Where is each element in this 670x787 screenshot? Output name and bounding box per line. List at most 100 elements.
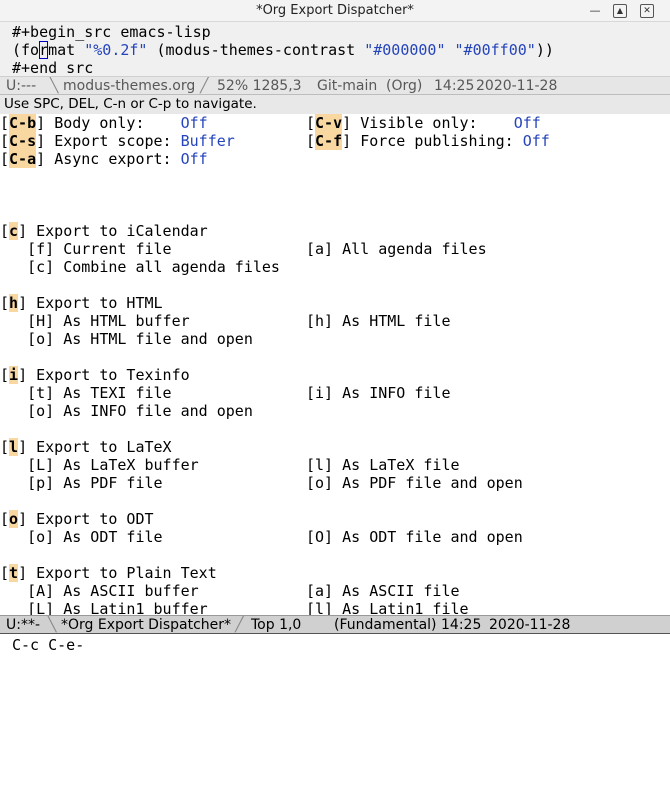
src-end-line: #+end_src xyxy=(12,59,94,77)
code-fragment: mat xyxy=(48,41,85,59)
option-line: [C-b] Body only: Off xyxy=(0,114,208,132)
modeline-state: U:**- xyxy=(6,617,41,633)
modeline-vc[interactable]: Git-main xyxy=(317,77,377,96)
option-key[interactable]: C-a xyxy=(9,150,37,168)
section-key[interactable]: c xyxy=(9,222,19,240)
option-line: [C-v] Visible only: Off xyxy=(306,114,541,132)
minibuffer[interactable]: C-c C-e- xyxy=(12,636,84,654)
section-key[interactable]: t xyxy=(9,564,19,582)
bracket: ] xyxy=(342,114,361,132)
minimize-icon[interactable]: — xyxy=(588,4,602,18)
code-fragment: (modus-themes-contrast xyxy=(147,41,365,59)
bracket: [ xyxy=(0,150,10,168)
export-action[interactable]: [H] As HTML buffer xyxy=(0,312,190,330)
option-label: Body only: xyxy=(54,114,154,132)
modeline-separator: ╲ xyxy=(50,78,59,94)
code-line: (format "%0.2f" (modus-themes-contrast "… xyxy=(12,41,554,59)
option-value: Buffer xyxy=(180,132,235,150)
bracket: [ xyxy=(0,294,10,312)
close-icon[interactable]: ✕ xyxy=(640,4,654,18)
echo-area-hint: Use SPC, DEL, C-n or C-p to navigate. xyxy=(0,95,670,114)
modeline-inactive[interactable]: U:--- ╲ modus-themes.org ╱ 52% 1285,3 Gi… xyxy=(0,76,670,95)
export-action[interactable]: [o] As ODT file xyxy=(0,528,162,546)
export-action[interactable]: [a] All agenda files xyxy=(306,240,487,258)
bracket: ] xyxy=(18,366,37,384)
export-action[interactable]: [L] As LaTeX buffer xyxy=(0,456,199,474)
bracket: [ xyxy=(0,510,10,528)
bracket: ] xyxy=(18,510,37,528)
code-buffer[interactable]: #+begin_src emacs-lisp (format "%0.2f" (… xyxy=(0,22,670,77)
maximize-icon[interactable]: ▲ xyxy=(613,4,627,18)
string-literal: "#00ff00" xyxy=(454,41,536,59)
bracket: [ xyxy=(0,366,10,384)
option-line: [C-a] Async export: Off xyxy=(0,150,208,168)
export-action[interactable]: [f] Current file xyxy=(0,240,172,258)
bracket: ] xyxy=(18,294,37,312)
option-value: Off xyxy=(522,132,550,150)
option-value: Off xyxy=(486,114,541,132)
section-key[interactable]: o xyxy=(9,510,19,528)
bracket: ] xyxy=(18,564,37,582)
section-title: Export to HTML xyxy=(36,294,163,312)
option-key[interactable]: C-v xyxy=(315,114,343,132)
modeline-separator: ╱ xyxy=(200,78,209,94)
code-fragment: (fo xyxy=(12,41,40,59)
section-heading: [l] Export to LaTeX xyxy=(0,438,172,456)
modeline-position: 52% 1285,3 xyxy=(217,78,302,94)
export-action[interactable]: [p] As PDF file xyxy=(0,474,162,492)
modeline-position: Top 1,0 xyxy=(251,617,302,633)
export-action[interactable]: [l] As LaTeX file xyxy=(306,456,460,474)
modeline-mode[interactable]: (Org) xyxy=(386,77,422,96)
bracket: [ xyxy=(306,132,316,150)
option-key[interactable]: C-s xyxy=(9,132,37,150)
bracket: [ xyxy=(0,438,10,456)
bracket: [ xyxy=(0,564,10,582)
option-label: Visible only: xyxy=(360,114,487,132)
code-fragment xyxy=(446,41,455,59)
modeline-active[interactable]: U:**- ╲ *Org Export Dispatcher* ╱ Top 1,… xyxy=(0,615,670,634)
export-action[interactable]: [A] As ASCII buffer xyxy=(0,582,199,600)
section-heading: [o] Export to ODT xyxy=(0,510,154,528)
bracket: ] xyxy=(36,114,55,132)
modeline-date: 2020-11-28 xyxy=(489,617,571,633)
title-bar: *Org Export Dispatcher* — ▲ ✕ xyxy=(0,0,670,22)
export-action[interactable]: [o] As HTML file and open xyxy=(0,330,253,348)
text-cursor: r xyxy=(39,41,49,59)
string-literal: "#000000" xyxy=(364,41,446,59)
bracket: [ xyxy=(0,222,10,240)
export-action[interactable]: [L] As Latin1 buffer xyxy=(0,600,208,615)
section-title: Export to Plain Text xyxy=(36,564,217,582)
bracket: [ xyxy=(0,132,10,150)
section-heading: [c] Export to iCalendar xyxy=(0,222,208,240)
modeline-mode[interactable]: (Fundamental) xyxy=(334,616,437,635)
export-action[interactable]: [t] As TEXI file xyxy=(0,384,172,402)
export-action[interactable]: [h] As HTML file xyxy=(306,312,451,330)
modeline-buffer-name[interactable]: modus-themes.org xyxy=(63,77,195,96)
modeline-separator: ╱ xyxy=(235,617,244,633)
export-action[interactable]: [i] As INFO file xyxy=(306,384,451,402)
option-label: Force publishing: xyxy=(360,132,523,150)
section-key[interactable]: h xyxy=(9,294,19,312)
export-action[interactable]: [a] As ASCII file xyxy=(306,582,460,600)
option-label: Export scope: xyxy=(54,132,181,150)
modeline-state: U:--- xyxy=(6,78,37,94)
option-value: Off xyxy=(153,114,208,132)
option-key[interactable]: C-b xyxy=(9,114,37,132)
export-action[interactable]: [o] As INFO file and open xyxy=(0,402,253,420)
modeline-separator: ╲ xyxy=(48,617,57,633)
section-heading: [h] Export to HTML xyxy=(0,294,163,312)
section-key[interactable]: i xyxy=(9,366,19,384)
bracket: ] xyxy=(342,132,361,150)
section-key[interactable]: l xyxy=(9,438,19,456)
export-action[interactable]: [c] Combine all agenda files xyxy=(0,258,280,276)
export-action[interactable]: [l] As Latin1 file xyxy=(306,600,469,615)
window-title: *Org Export Dispatcher* xyxy=(256,3,414,18)
modeline-buffer-name[interactable]: *Org Export Dispatcher* xyxy=(61,616,231,635)
export-action[interactable]: [O] As ODT file and open xyxy=(306,528,523,546)
section-title: Export to LaTeX xyxy=(36,438,172,456)
section-title: Export to Texinfo xyxy=(36,366,190,384)
export-action[interactable]: [o] As PDF file and open xyxy=(306,474,523,492)
bracket: ] xyxy=(36,132,55,150)
bracket: [ xyxy=(306,114,316,132)
option-key[interactable]: C-f xyxy=(315,132,343,150)
